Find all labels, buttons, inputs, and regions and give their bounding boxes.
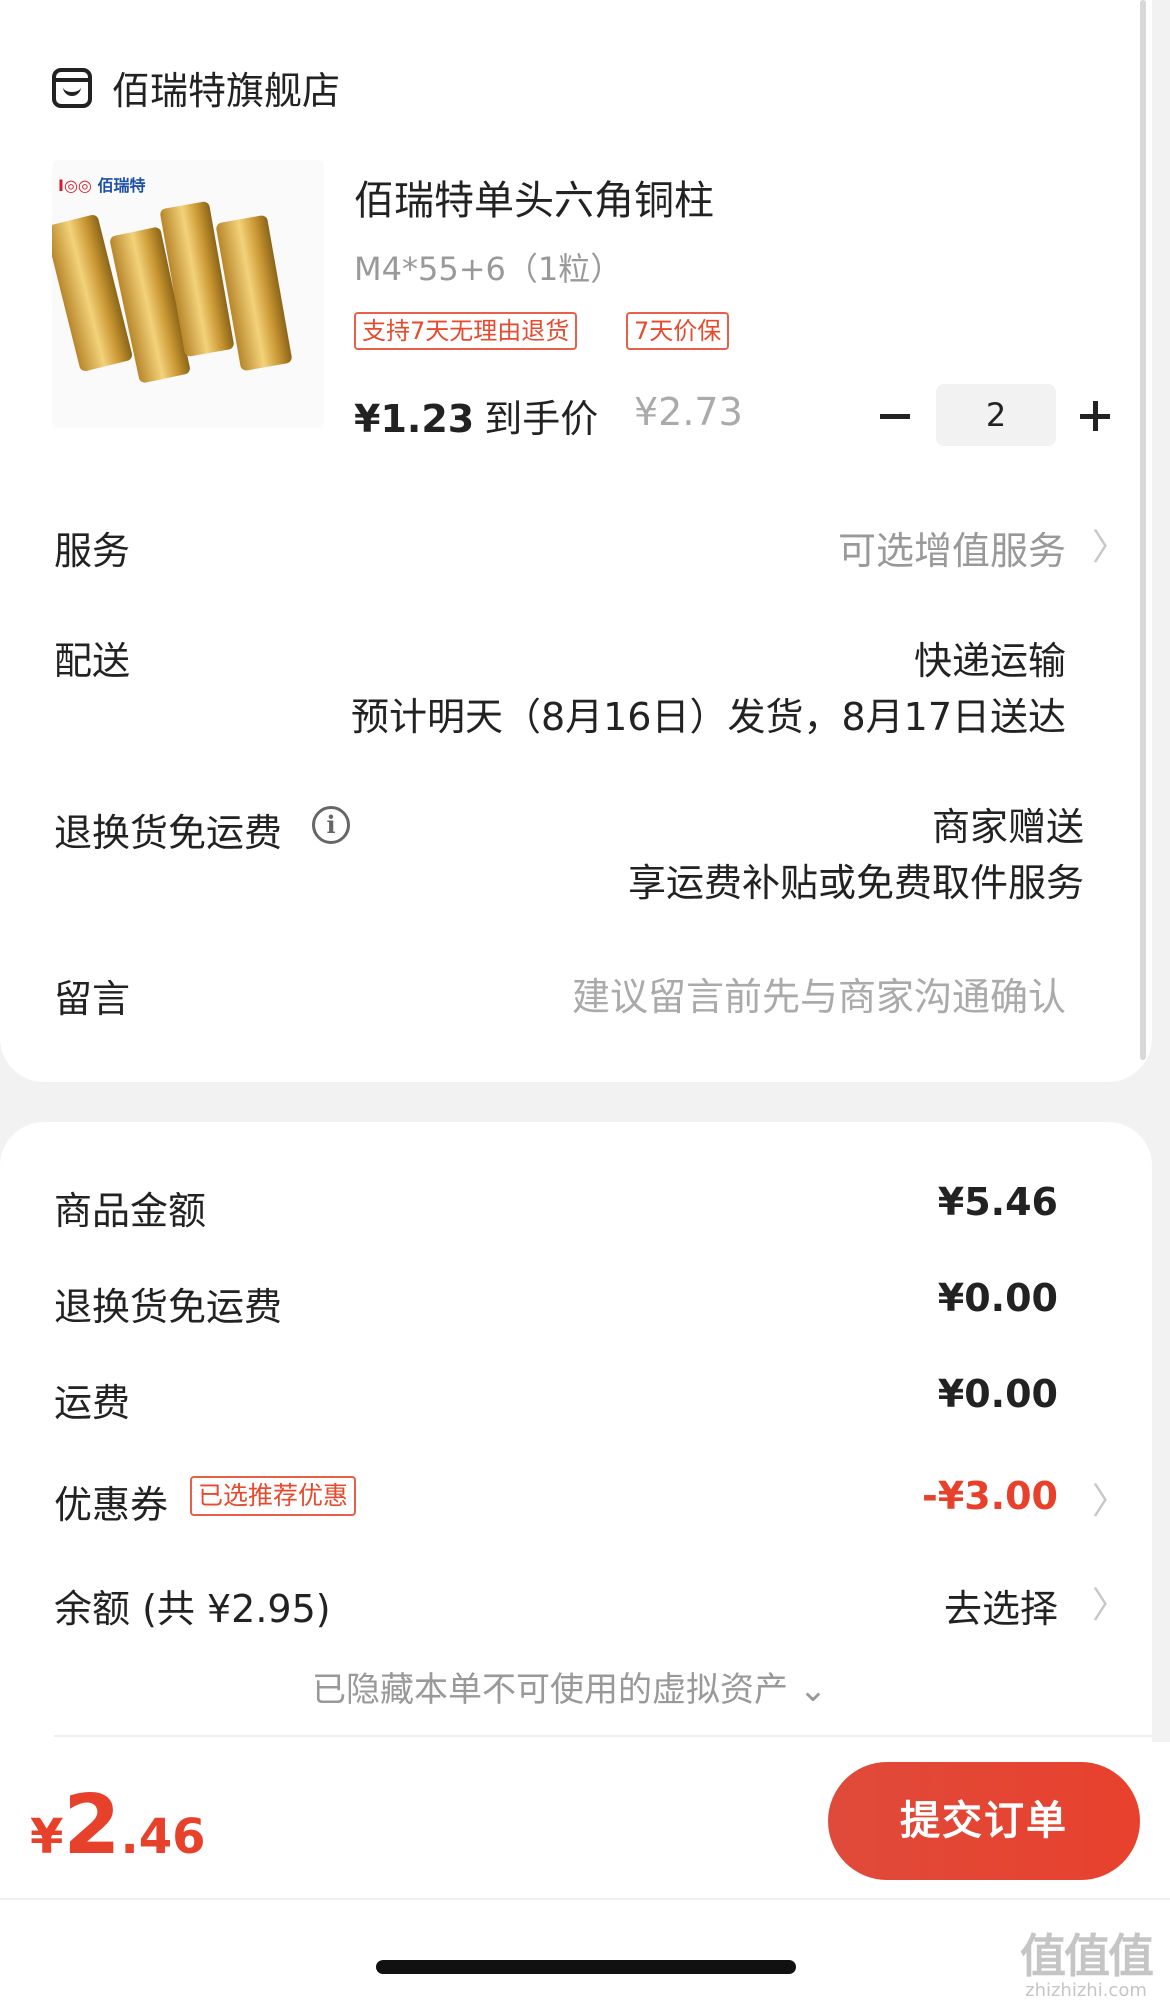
divider [54, 1735, 1152, 1737]
return-fee-label: 退换货免运费 [54, 1285, 283, 1329]
goods-amount-value: ¥5.46 [937, 1180, 1058, 1224]
balance-label: 余额 (共 ¥2.95) [54, 1587, 331, 1631]
chevron-right-icon[interactable]: 〉 [1092, 518, 1128, 570]
message-input[interactable]: 建议留言前先与商家沟通确认 [572, 966, 1066, 1021]
hidden-assets-toggle[interactable]: 已隐藏本单不可使用的虚拟资产 ⌄ [312, 1662, 827, 1711]
delivery-label: 配送 [54, 639, 131, 683]
coupon-tag: 已选推荐优惠 [190, 1476, 357, 1516]
delivery-eta: 预计明天（8月16日）发货，8月17日送达 [350, 695, 1066, 739]
service-value[interactable]: 可选增值服务 [838, 520, 1066, 575]
total-price: ¥2.46 [30, 1778, 206, 1873]
return-shipping-label: 退换货免运费 [54, 811, 283, 855]
shop-icon [52, 67, 92, 108]
product-image[interactable]: I◎◎ 佰瑞特 [52, 160, 324, 428]
watermark: 值值值 zhizhizhi.com [1020, 1929, 1154, 2000]
info-icon[interactable]: i [312, 806, 350, 844]
brand-logo: I◎◎ 佰瑞特 [58, 176, 146, 195]
quantity-input[interactable]: 2 [936, 384, 1056, 446]
return-shipping-desc: 享运费补贴或免费取件服务 [627, 861, 1084, 905]
quantity-increase-button[interactable] [1078, 398, 1112, 436]
return-fee-value: ¥0.00 [937, 1276, 1058, 1320]
return-policy-tag: 支持7天无理由退货 [354, 312, 578, 350]
quantity-decrease-button[interactable] [880, 398, 914, 436]
message-label: 留言 [54, 977, 131, 1021]
product-spec[interactable]: M4*55+6（1粒） [354, 244, 622, 290]
divider [0, 1898, 1170, 1900]
delivery-method[interactable]: 快递运输 [914, 630, 1066, 685]
home-indicator[interactable] [376, 1960, 796, 1974]
final-price: ¥1.23 到手价 [354, 397, 599, 441]
shipping-value: ¥0.00 [937, 1372, 1058, 1416]
product-title[interactable]: 佰瑞特单头六角铜柱 [354, 168, 714, 226]
submit-order-button[interactable]: 提交订单 [828, 1762, 1140, 1880]
price-protect-tag: 7天价保 [626, 312, 730, 350]
order-item-card: 佰瑞特旗舰店 I◎◎ 佰瑞特 佰瑞特单头六角铜柱 M4*55+6（1粒） 支持7… [0, 0, 1152, 1082]
chevron-right-icon[interactable]: 〉 [1092, 1576, 1128, 1628]
shop-name[interactable]: 佰瑞特旗舰店 [112, 60, 340, 115]
coupon-label: 优惠券 [54, 1483, 169, 1527]
coupon-value[interactable]: -¥3.00 [922, 1474, 1058, 1518]
shipping-label: 运费 [54, 1381, 131, 1425]
goods-amount-label: 商品金额 [54, 1189, 207, 1233]
return-shipping-value: 商家赠送 [931, 805, 1084, 849]
balance-select[interactable]: 去选择 [944, 1578, 1058, 1633]
shop-header[interactable]: 佰瑞特旗舰店 [52, 60, 340, 115]
service-label: 服务 [54, 529, 131, 573]
chevron-right-icon[interactable]: 〉 [1092, 1472, 1128, 1524]
original-price: ¥2.73 [634, 390, 743, 434]
scrollbar[interactable] [1140, 0, 1146, 1060]
